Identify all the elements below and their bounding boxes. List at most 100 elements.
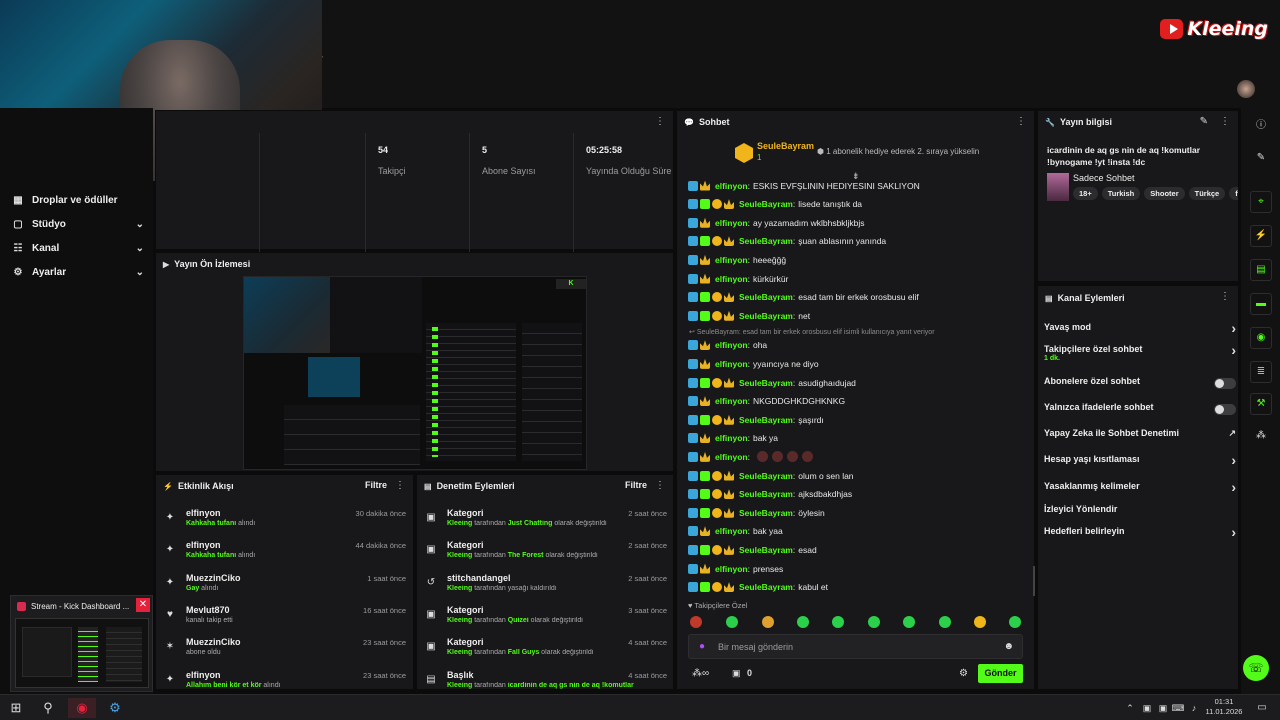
steam-icon[interactable]: ⚙ [105,698,125,718]
chat-username[interactable]: elfinyon [715,564,748,574]
more-icon[interactable]: ⋮ [655,480,665,491]
chat-settings-icon[interactable]: ⚙ [959,668,968,679]
chat-message[interactable]: elfinyon: NKGDDGHKDGHKNKG [688,393,1028,410]
users-icon[interactable]: ⁂ [1250,426,1272,448]
windows-start-icon[interactable]: ⊞ [6,698,26,718]
info-icon[interactable]: ⓘ [1250,116,1272,138]
chat-message[interactable]: elfinyon: yyaıncıya ne diyo [688,355,1028,372]
moderation-row[interactable]: ▣ Kategori Kleeing tarafından Quizei olara… [423,602,667,632]
moderation-row[interactable]: ▣ Kategori Kleeing tarafından Fall Guys ol… [423,634,667,664]
chat-username[interactable]: elfinyon [715,359,748,369]
more-icon[interactable]: ⋮ [1220,116,1230,127]
channel-action-row[interactable]: Hesap yaşı kısıtlaması › [1044,452,1236,474]
chat-message[interactable]: elfinyon: bak ya [688,430,1028,447]
emote-icon[interactable] [903,616,915,628]
support-chat-icon[interactable]: ☏ [1243,655,1269,681]
chat-username[interactable]: SeuleBayram [739,378,793,388]
chat-username[interactable]: elfinyon [715,255,748,265]
moderation-row[interactable]: ▤ Başlık Kleeing tarafından icardinin de a… [423,667,667,697]
chevron-right-icon[interactable]: › [1231,342,1236,358]
emote-icon[interactable] [690,616,702,628]
chat-username[interactable]: SeuleBayram [739,489,793,499]
sidebar-item-0[interactable]: ▦ Droplar ve ödüller [12,190,144,210]
search-icon[interactable]: ⚲ [38,698,58,718]
stream-preview[interactable]: K [243,276,587,470]
emoji-icon[interactable]: ☻ [1003,641,1014,652]
chevron-right-icon[interactable]: › [1231,479,1236,495]
chat-message[interactable]: SeuleBayram: şuan ablasının yanında [688,233,1028,250]
toggle-switch[interactable] [1214,378,1236,389]
chat-username[interactable]: elfinyon [715,433,748,443]
emote-icon[interactable] [974,616,986,628]
activity-row[interactable]: ✦ elfinyon Kahkaha tufanı alındı 30 dakika … [162,505,406,535]
chat-message[interactable]: elfinyon: prenses [688,560,1028,577]
chat-username[interactable]: elfinyon [715,340,748,350]
stack-icon[interactable]: ≣ [1250,361,1272,383]
channel-action-row[interactable]: Abonelere özel sohbet [1044,376,1236,396]
activity-row[interactable]: ✶ MuezzinCiko abone oldu 23 saat önce [162,634,406,664]
channel-action-row[interactable]: İzleyici Yönlendir [1044,504,1236,524]
activity-row[interactable]: ♥ Mevlut870 kanalı takip etti 16 saat önce [162,602,406,632]
chat-message[interactable]: elfinyon: heeeğğğ [688,251,1028,268]
chat-username[interactable]: SeuleBayram [739,471,793,481]
sidebar-item-1[interactable]: ▢ Stüdyo ⌄ [12,214,144,234]
chevron-right-icon[interactable]: › [1231,524,1236,540]
toggle-switch[interactable] [1214,404,1236,415]
activity-filter-button[interactable]: Filtre [365,480,387,490]
volume-icon[interactable]: ♪ [1184,698,1204,718]
moderation-row[interactable]: ▣ Kategori Kleeing tarafından The Forest o… [423,537,667,567]
chat-message[interactable]: SeuleBayram: asudighaıdujad [688,374,1028,391]
chat-username[interactable]: SeuleBayram [739,199,793,209]
sidebar-item-3[interactable]: ⚙ Ayarlar ⌄ [12,262,144,282]
points-counter[interactable]: ▣ 0 [732,668,752,679]
activity-row[interactable]: ✦ elfinyon Kahkaha tufanı alındı 44 dakika … [162,537,406,567]
chat-username[interactable]: SeuleBayram [739,415,793,425]
chat-message[interactable]: SeuleBayram: şaşırdı [688,411,1028,428]
target-icon[interactable]: ⌖ [1250,191,1272,213]
document-icon[interactable]: ▤ [1250,259,1272,281]
emote-icon[interactable] [939,616,951,628]
emote-icon[interactable] [1009,616,1021,628]
chat-username[interactable]: SeuleBayram [739,582,793,592]
chat-input[interactable]: ● Bir mesaj gönderin ☻ [688,634,1023,659]
chat-message[interactable]: elfinyon: [688,448,1028,465]
channel-action-row[interactable]: Yapay Zeka ile Sohbet Denetimi ↗ [1044,428,1236,448]
chat-message[interactable]: SeuleBayram: ajksdbakdhjas [688,486,1028,503]
emote-icon[interactable] [832,616,844,628]
chat-username[interactable]: elfinyon [715,396,748,406]
more-icon[interactable]: ⋮ [1220,291,1230,302]
chat-message[interactable]: elfinyon: ay yazamadım wklbhsbkljkbjs [688,214,1028,231]
chat-message[interactable]: SeuleBayram: esad [688,541,1028,558]
chat-message[interactable]: SeuleBayram: kabul et [688,579,1028,596]
edit-icon[interactable]: ✎ [1200,116,1208,127]
channel-action-row[interactable]: Takipçilere özel sohbet 1 dk. › [1044,342,1236,364]
moderation-filter-button[interactable]: Filtre [625,480,647,490]
chat-message[interactable]: SeuleBayram: olum o sen lan [688,467,1028,484]
clock[interactable]: 01:31 11.01.2026 [1204,697,1244,717]
chat-username[interactable]: elfinyon [715,181,748,191]
chat-username[interactable]: SeuleBayram [739,545,793,555]
close-icon[interactable]: ✕ [136,598,150,612]
chat-username[interactable]: SeuleBayram [739,508,793,518]
chat-username[interactable]: elfinyon [715,218,748,228]
chat-username[interactable]: SeuleBayram [739,236,793,246]
chat-message[interactable]: SeuleBayram: esad tam bir erkek orosbusu … [688,289,1028,306]
chat-username[interactable]: elfinyon [715,274,748,284]
microphone-icon[interactable]: ● [699,641,705,652]
channel-action-row[interactable]: Yalnızca ifadelerle sohbet [1044,402,1236,422]
chat-message[interactable]: elfinyon: oha [688,337,1028,354]
chat-message[interactable]: elfinyon: bak yaa [688,523,1028,540]
chat-message[interactable]: SeuleBayram: lisede tanıştık da [688,196,1028,213]
more-icon[interactable]: ⋮ [655,116,665,127]
emote-icon[interactable] [797,616,809,628]
channel-action-row[interactable]: Yasaklanmış kelimeler › [1044,479,1236,501]
chevron-right-icon[interactable]: › [1231,320,1236,336]
chat-message[interactable]: SeuleBayram: öylesin [688,504,1028,521]
browser-app-icon[interactable]: ◉ [68,698,96,718]
send-button[interactable]: Gönder [978,664,1023,683]
chat-scrollbar[interactable] [1033,566,1035,596]
chat-username[interactable]: SeuleBayram [739,292,793,302]
more-icon[interactable]: ⋮ [395,480,405,491]
chat-username[interactable]: SeuleBayram [739,311,793,321]
emote-icon[interactable] [868,616,880,628]
